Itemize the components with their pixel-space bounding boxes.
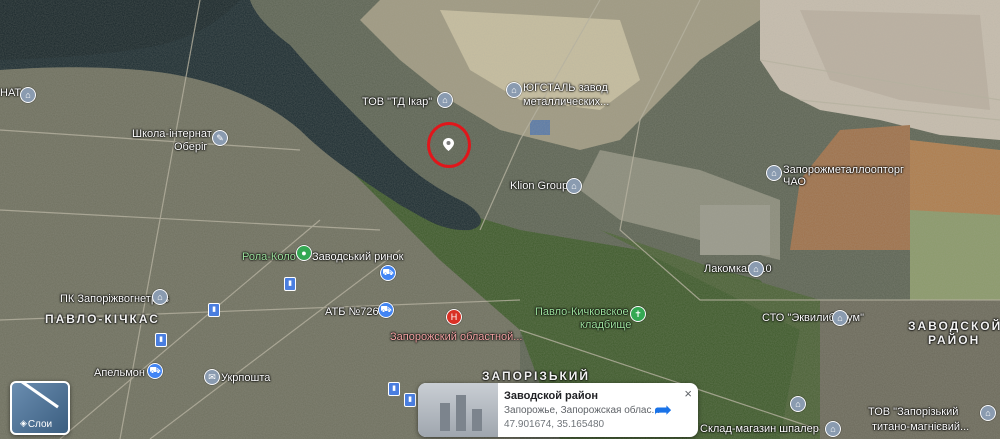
label-zavodsky-rynok[interactable]: Заводський ринок — [312, 251, 403, 263]
poi-pin-icon[interactable]: ⌂ — [790, 396, 806, 412]
label-nat: НАТ — [0, 87, 22, 99]
bus-stop-icon[interactable]: ▮ — [208, 303, 220, 317]
bus-stop-icon[interactable]: ▮ — [388, 382, 400, 396]
school-icon[interactable]: ✎ — [212, 130, 228, 146]
poi-pin-icon[interactable]: ⌂ — [566, 178, 582, 194]
label-atb[interactable]: АТБ №726 — [325, 306, 379, 318]
cart-icon[interactable]: ⛟ — [147, 363, 163, 379]
layers-thumbnail — [21, 383, 59, 409]
post-icon[interactable]: ✉ — [204, 369, 220, 385]
label-zavodskoy-raion-2: РАЙОН — [928, 333, 981, 347]
label-tov-td-ikar[interactable]: ТОВ "ТД Ікар" — [362, 96, 432, 108]
poi-pin-icon[interactable]: ⌂ — [832, 310, 848, 326]
place-card[interactable]: Заводской район Запорожье, Запорожская о… — [418, 383, 698, 437]
label-sklad[interactable]: Склад-магазин шпалер — [700, 423, 819, 435]
poi-pin-icon[interactable]: ⌂ — [980, 405, 996, 421]
poi-pin-icon[interactable]: ⌂ — [437, 92, 453, 108]
location-pin-icon[interactable] — [443, 138, 454, 151]
bus-stop-icon[interactable]: ▮ — [404, 393, 416, 407]
hospital-icon[interactable]: H — [446, 309, 462, 325]
label-apelmon[interactable]: Апельмон — [94, 367, 145, 379]
label-yugstal[interactable]: ЮГСТАЛЬ завод — [523, 82, 608, 94]
label-tov-zap-2: титано-магнієвий... — [872, 421, 970, 433]
place-thumbnail[interactable] — [418, 383, 498, 437]
label-shkola[interactable]: Школа-інтернат — [132, 128, 212, 140]
layers-icon: ◈ — [20, 418, 27, 428]
label-yugstal-2: металлических... — [523, 96, 610, 108]
label-zaporozh-metal[interactable]: Запорожметаллоопторг — [783, 164, 904, 176]
label-zaporozh-metal-2: ЧАО — [783, 176, 806, 188]
layers-button[interactable]: Слои ◈ — [10, 381, 70, 435]
cart-icon[interactable]: ⛟ — [380, 265, 396, 281]
poi-pin-icon[interactable]: ⌂ — [152, 289, 168, 305]
place-coordinates: 47.901674, 35.165480 — [504, 419, 605, 430]
place-title: Заводской район — [504, 390, 599, 402]
poi-pin-icon[interactable]: ⌂ — [20, 87, 36, 103]
bus-stop-icon[interactable]: ▮ — [284, 277, 296, 291]
directions-icon[interactable]: ➦ — [650, 397, 676, 423]
label-ukrposhta[interactable]: Укрпошта — [221, 372, 270, 384]
label-rola-kolo[interactable]: Рола-Коло — [242, 251, 296, 263]
poi-pin-icon[interactable]: ⌂ — [506, 82, 522, 98]
shopping-icon[interactable]: ● — [296, 245, 312, 261]
poi-pin-icon[interactable]: ⌂ — [766, 165, 782, 181]
place-address: Запорожье, Запорожская облас... — [504, 405, 660, 416]
close-icon[interactable]: × — [684, 386, 692, 401]
poi-pin-icon[interactable]: ⌂ — [748, 261, 764, 277]
label-tov-zap[interactable]: ТОВ "Запорізький — [868, 406, 958, 418]
label-shkola-2: Оберіг — [174, 141, 208, 153]
label-zavodskoy-raion: ЗАВОДСКОЙ — [908, 319, 1000, 333]
label-klion[interactable]: Klion Group — [510, 180, 568, 192]
label-kladbishche[interactable]: Павло-Кичковское — [535, 306, 629, 318]
label-zap-oblastnoi[interactable]: Запорожский областной... — [390, 331, 522, 343]
cart-icon[interactable]: ⛟ — [378, 302, 394, 318]
bus-stop-icon[interactable]: ▮ — [155, 333, 167, 347]
label-sto[interactable]: СТО "Эквилибриум" — [762, 312, 864, 324]
label-pavlo-kichkas: ПАВЛО-КІЧКАС — [45, 312, 160, 326]
poi-pin-icon[interactable]: ⌂ — [825, 421, 841, 437]
cemetery-icon[interactable]: ✝ — [630, 306, 646, 322]
label-kladbishche-2: кладбище — [580, 319, 632, 331]
label-zaporizky: ЗАПОРІЗЬКИЙ — [482, 369, 591, 383]
